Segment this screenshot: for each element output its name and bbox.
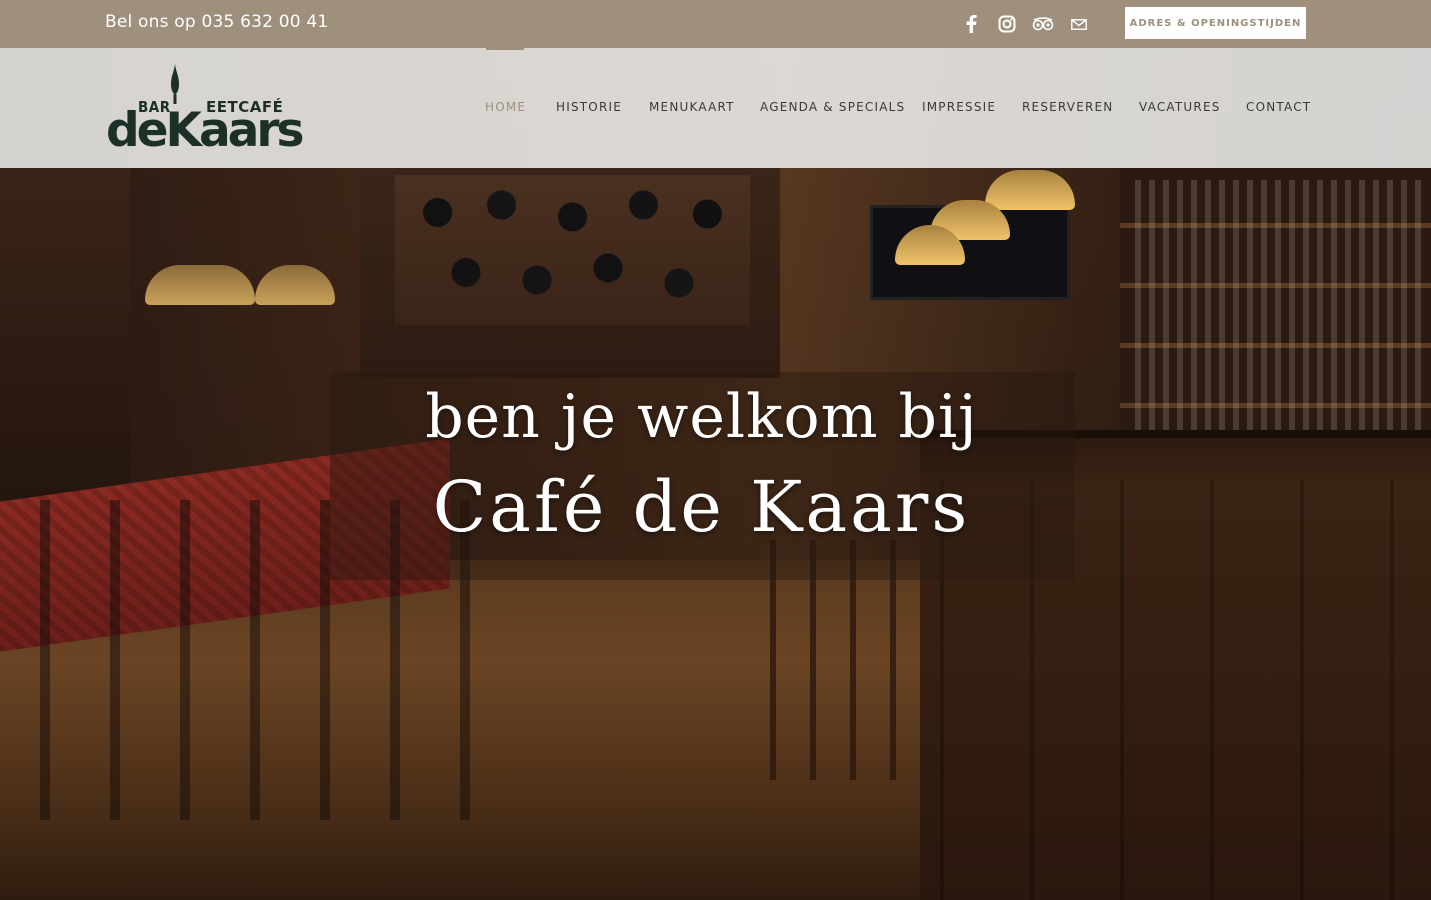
hero-subtitle: ben je welkom bij: [425, 382, 978, 452]
pendant-lamp: [985, 170, 1075, 210]
nav-reserveren[interactable]: RESERVEREN: [1022, 100, 1114, 114]
hero-title: Café de Kaars: [432, 466, 971, 548]
pendant-lamp: [145, 265, 255, 305]
phone-number[interactable]: Bel ons op 035 632 00 41: [105, 12, 328, 32]
vinyl-records-wall: [395, 175, 750, 325]
main-header: BAR EETCAFÉ deKaars HOME HISTORIE MENUKA…: [0, 48, 1431, 168]
nav-vacatures[interactable]: VACATURES: [1139, 100, 1221, 114]
active-nav-indicator: [486, 48, 524, 50]
adres-openingstijden-button[interactable]: ADRES & OPENINGSTIJDEN: [1125, 7, 1306, 39]
mail-icon[interactable]: [1068, 13, 1090, 35]
nav-impressie[interactable]: IMPRESSIE: [922, 100, 996, 114]
nav-historie[interactable]: HISTORIE: [556, 100, 622, 114]
main-nav: HOME HISTORIE MENUKAART AGENDA & SPECIAL…: [0, 48, 1431, 168]
top-bar: Bel ons op 035 632 00 41 ADRES & OPENING…: [0, 0, 1431, 48]
nav-agenda-specials[interactable]: AGENDA & SPECIALS: [760, 100, 905, 114]
nav-menukaart[interactable]: MENUKAART: [649, 100, 735, 114]
pendant-lamp: [255, 265, 335, 305]
nav-home[interactable]: HOME: [485, 100, 526, 114]
nav-contact[interactable]: CONTACT: [1246, 100, 1311, 114]
social-links: [960, 10, 1090, 38]
instagram-icon[interactable]: [996, 13, 1018, 35]
tripadvisor-icon[interactable]: [1032, 13, 1054, 35]
facebook-icon[interactable]: [960, 13, 982, 35]
